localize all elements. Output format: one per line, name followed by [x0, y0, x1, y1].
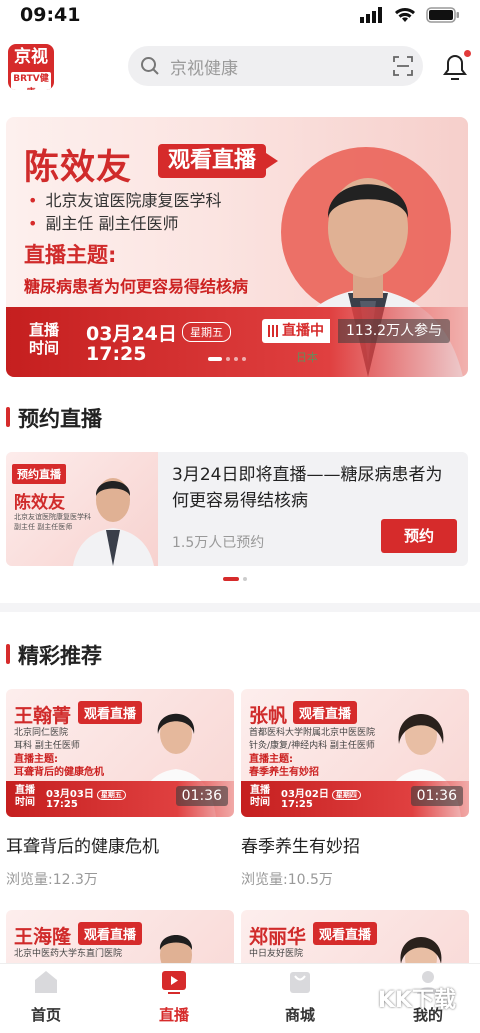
app-logo[interactable]: 京视 BRTV健康	[8, 44, 54, 90]
banner-topic-heading: 直播主题:	[24, 243, 117, 267]
search-placeholder: 京视健康	[170, 58, 238, 79]
viewer-count: 113.2万人参与	[338, 319, 451, 343]
tab-live[interactable]: 直播	[134, 968, 214, 1025]
video-card[interactable]: 王翰菁 观看直播 北京同仁医院 耳科 副主任医师 直播主题: 耳聋背后的健康危机 直…	[6, 689, 234, 817]
live-status-badge: 直播中	[262, 319, 330, 343]
reserve-button[interactable]: 预约	[381, 519, 457, 553]
banner-topic: 糖尿病患者为何更容易得结核病	[24, 277, 249, 296]
wifi-icon	[395, 7, 415, 22]
notification-dot	[464, 50, 471, 57]
home-icon	[35, 971, 57, 993]
status-bar: 09:41	[0, 0, 480, 34]
banner-date: 03月24日	[86, 323, 177, 345]
recommend-section-title: 精彩推荐	[6, 640, 102, 670]
live-tv-icon	[162, 971, 186, 994]
video-duration: 01:36	[175, 786, 228, 806]
banner-watch-live[interactable]: 观看直播	[158, 144, 279, 178]
live-banner[interactable]: 陈效友 观看直播 北京友谊医院康复医学科 副主任 副主任医师 直播主题: 糖尿病…	[6, 117, 468, 377]
banner-live-time-label: 直播时间	[28, 321, 59, 357]
top-bar: 京视 BRTV健康 京视健康	[0, 34, 480, 104]
doctor-photo	[73, 478, 154, 566]
video-title[interactable]: 耳聋背后的健康危机	[6, 832, 159, 857]
banner-doctor-name: 陈效友	[24, 147, 133, 188]
section-divider	[0, 603, 480, 612]
reserve-card[interactable]: 预约直播 陈效友 北京友谊医院康复医学科 副主任 副主任医师 3月24日即将直播—…	[6, 452, 468, 566]
video-views: 浏览量:12.3万	[6, 872, 98, 888]
video-title[interactable]: 春季养生有妙招	[241, 832, 360, 857]
reserve-thumbnail: 预约直播 陈效友 北京友谊医院康复医学科 副主任 副主任医师	[6, 452, 158, 566]
banner-time: 17:25	[86, 343, 147, 365]
banner-carousel-dots	[208, 357, 246, 361]
tab-mall[interactable]: 商城	[260, 968, 340, 1025]
battery-icon	[426, 7, 459, 23]
reserve-pager	[223, 577, 247, 581]
scan-icon[interactable]	[393, 56, 413, 76]
notification-button[interactable]	[442, 50, 471, 85]
video-duration: 01:36	[410, 786, 463, 806]
shopping-bag-icon	[290, 972, 310, 993]
search-bar[interactable]: 京视健康	[128, 46, 423, 86]
site-watermark: KK下载	[377, 988, 456, 1013]
video-views: 浏览量:10.5万	[241, 872, 333, 888]
reserve-count: 1.5万人已预约	[172, 535, 265, 551]
bell-icon	[443, 54, 467, 80]
reserve-title: 3月24日即将直播——糖尿病患者为何更容易得结核病	[172, 465, 443, 511]
signal-icon	[360, 7, 382, 23]
tab-home[interactable]: 首页	[6, 968, 86, 1025]
search-icon	[141, 57, 159, 75]
status-time: 09:41	[20, 4, 81, 26]
banner-weekday: 星期五	[182, 322, 231, 342]
reserve-section-title: 预约直播	[6, 403, 102, 433]
video-card[interactable]: 张帆 观看直播 首都医科大学附属北京中医医院 针灸/康复/神经内科 副主任医师 直…	[241, 689, 469, 817]
banner-photo-watermark: 日本	[296, 351, 318, 364]
banner-doctor-info: 北京友谊医院康复医学科 副主任 副主任医师	[28, 189, 221, 235]
